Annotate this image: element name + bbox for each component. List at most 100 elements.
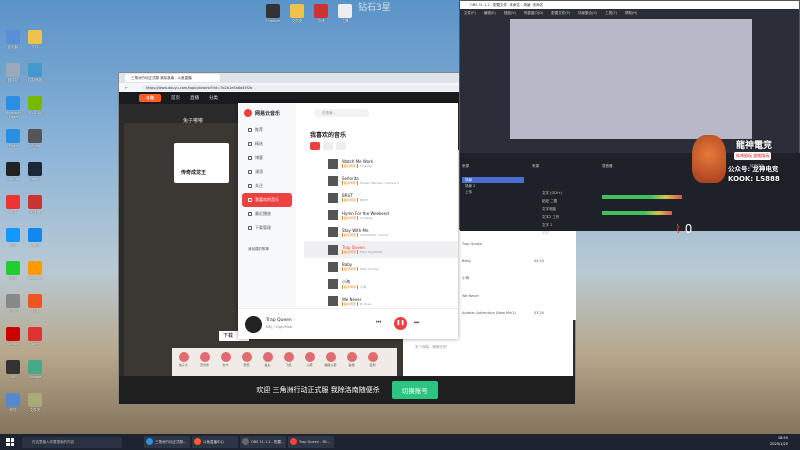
download-icon[interactable] [323, 142, 333, 150]
song-row[interactable]: Trap Queen 超清母带 MKJ / EightMob [304, 241, 458, 258]
taskbar-search[interactable]: 在这里输入你要搜索的内容 [22, 436, 122, 448]
album-cell[interactable]: 小海 [462, 276, 469, 281]
song-row[interactable]: Stay With Me 超清母带 CHANYEOL / Punch [304, 224, 458, 241]
album-cell[interactable]: Baby [462, 259, 471, 263]
nav-live[interactable]: 直播 [190, 95, 199, 101]
obs-menu-item[interactable]: 配置文件(P) [551, 9, 570, 17]
desktop-icon[interactable]: Acrobat [2, 327, 24, 350]
more-icon[interactable] [336, 142, 346, 150]
source-item[interactable]: 贴纸 二图 [530, 197, 580, 205]
desktop-icon[interactable]: 文件夹 [24, 393, 46, 416]
source-item[interactable]: 文字电脑 [530, 205, 580, 213]
source-item[interactable]: 屏幕 [530, 229, 580, 237]
sidebar-item[interactable]: 下载管理 [238, 221, 296, 235]
source-item[interactable]: 文字 2 [530, 221, 580, 229]
gift-item[interactable]: 火箭 [300, 350, 319, 378]
search-input[interactable]: 总是我... [314, 109, 369, 117]
back-icon[interactable]: ← [125, 86, 128, 90]
song-row[interactable]: Señorita 超清母带 Shawn Mendes / Camila C [304, 172, 458, 189]
desktop-icon[interactable]: wegame [24, 261, 46, 284]
obs-menu-item[interactable]: 帮助(H) [625, 9, 637, 17]
desktop-icon[interactable]: Steam [24, 162, 46, 185]
sidebar-item[interactable]: 博客 [238, 151, 296, 165]
album-cell[interactable]: Arabian Adventure (New Mix1) [462, 311, 516, 315]
gift-item[interactable]: 鱼丸 [258, 350, 277, 378]
desktop-icon[interactable]: 网易 [2, 195, 24, 218]
prev-icon[interactable]: ⏮ [376, 319, 381, 327]
streamer-name[interactable]: 传奇成龙王 [181, 169, 206, 176]
gift-item[interactable]: 飞机 [279, 350, 298, 378]
scene-item[interactable]: 上传 [462, 189, 524, 195]
douyu-logo[interactable]: 斗鱼 [139, 94, 161, 102]
desktop-icon[interactable]: 回收站 [2, 63, 24, 86]
gift-item[interactable]: 兔子大 [174, 350, 193, 378]
taskbar-app[interactable]: OBS 31.1.2 - 配置... [240, 436, 286, 448]
play-all-button[interactable] [310, 142, 320, 150]
source-item[interactable]: 文字2 工作 [530, 213, 580, 221]
sidebar-item[interactable]: 最近播放 [238, 207, 296, 221]
desktop-icon[interactable]: Video [24, 129, 46, 152]
clock[interactable]: 18:55 2025/1/25 [770, 435, 788, 447]
desktop-icon[interactable]: 此电脑 [2, 30, 24, 53]
desktop-icon[interactable]: 软件 [2, 393, 24, 416]
desktop-icon[interactable]: 工具 [334, 4, 356, 27]
nav-category[interactable]: 分类 [209, 95, 218, 101]
desktop-icon[interactable]: 游戏 [24, 294, 46, 317]
pause-icon[interactable]: ❚❚ [394, 317, 407, 330]
nav-home[interactable]: 首页 [171, 95, 180, 101]
desktop-icon[interactable]: 游戏 [310, 4, 332, 27]
next-icon[interactable]: ⏭ [414, 319, 419, 327]
sidebar-item-liked[interactable]: 我喜欢的音乐 [242, 193, 292, 207]
switch-account-button[interactable]: 切换账号 [391, 381, 438, 399]
album-cell[interactable]: We Never [462, 294, 479, 298]
desktop-icon[interactable]: Snipaste [262, 4, 284, 27]
song-row[interactable]: Hymn For the Weekend 超清母带 Coldplay [304, 207, 458, 224]
desktop-icon[interactable]: CapCut [2, 162, 24, 185]
obs-menu-item[interactable]: 视图(V) [504, 9, 516, 17]
source-item[interactable]: 文字 (GDI+) [530, 189, 580, 197]
obs-menu-item[interactable]: 场景集合(S) [578, 9, 597, 17]
song-row[interactable]: Baby 超清母带 Mike Candys [304, 258, 458, 275]
gift-item[interactable]: 办卡 [216, 350, 235, 378]
desktop-icon[interactable]: 加速器 [24, 195, 46, 218]
url-input[interactable]: https://www.douyu.com/topic/dzwlnb?rid=7… [141, 84, 472, 91]
obs-menu-item[interactable]: 工具(T) [605, 9, 617, 17]
chat-input[interactable]: 发个弹幕，聊聊天吧 [415, 345, 447, 350]
sidebar-item[interactable]: 精选 [238, 137, 296, 151]
desktop-icon[interactable]: NVIDIA [24, 96, 46, 119]
desktop-icon[interactable]: QQ [2, 228, 24, 251]
desktop-icon[interactable]: Microsoft Edge [2, 96, 24, 119]
taskbar-app[interactable]: 三角洲行动正式服... [144, 436, 190, 448]
gift-item[interactable]: 签到 [363, 350, 382, 378]
sidebar-item[interactable]: 漫游 [238, 165, 296, 179]
desktop-icon[interactable]: Apex [24, 327, 46, 350]
gift-item[interactable]: 鱼翅 [342, 350, 361, 378]
taskbar-app[interactable]: Trap Queen - Mi... [288, 436, 334, 448]
desktop-icon[interactable]: 控制面板 [24, 63, 46, 86]
sidebar-item[interactable]: 推荐 [238, 123, 296, 137]
song-row[interactable]: Watch Me Work 超清母带 Tinashe [304, 155, 458, 172]
windows-start-icon[interactable] [4, 436, 16, 448]
obs-preview[interactable] [510, 19, 752, 139]
obs-menu-item[interactable]: 编辑(E) [484, 9, 496, 17]
song-row[interactable]: BRUT 超清母带 BRUT [304, 189, 458, 206]
desktop-icon[interactable]: 文件夹 [286, 4, 308, 27]
song-row[interactable]: 小海 超清母带 小海 [304, 275, 458, 292]
obs-menu-item[interactable]: 文件(F) [464, 9, 476, 17]
player-cover[interactable] [245, 316, 262, 333]
gift-item[interactable]: 稳稳 [237, 350, 256, 378]
gift-item[interactable]: 超级火箭 [321, 350, 340, 378]
desktop-icon[interactable]: Edge [2, 129, 24, 152]
sidebar-item[interactable]: 关注 [238, 179, 296, 193]
browser-tab[interactable]: 三角洲行动正式服 我除洛南 - 斗鱼直播 [125, 74, 220, 82]
gift-item[interactable]: 荧光棒 [195, 350, 214, 378]
desktop-icon[interactable]: OBS [2, 360, 24, 383]
desktop-icon[interactable]: 文件 [24, 30, 46, 53]
album-cell[interactable]: Trap Queen [462, 242, 482, 246]
desktop-icon[interactable]: Google [24, 360, 46, 383]
obs-menu-item[interactable]: 停靠窗口(D) [524, 9, 543, 17]
desktop-icon[interactable]: 微信 [2, 261, 24, 284]
taskbar-app[interactable]: 斗鱼直播中心 [192, 436, 238, 448]
desktop-icon[interactable]: 应用 [2, 294, 24, 317]
desktop-icon[interactable]: 腾讯 [24, 228, 46, 251]
